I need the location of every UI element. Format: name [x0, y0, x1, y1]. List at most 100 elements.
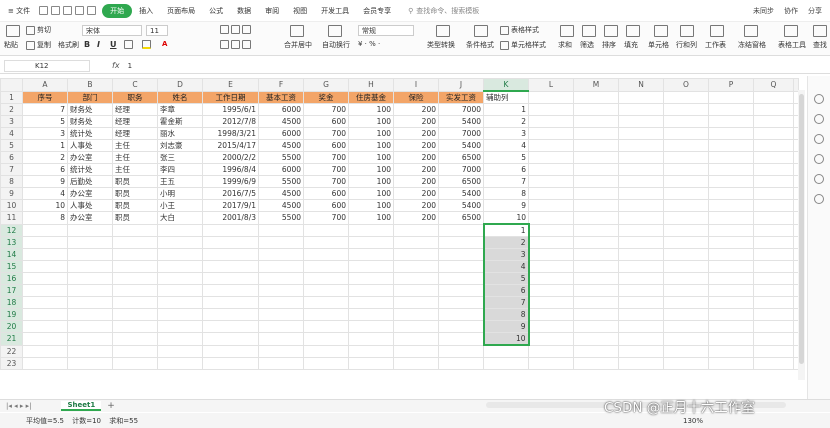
cell[interactable] [22, 223, 68, 237]
row-header[interactable]: 6 [0, 151, 23, 164]
cell[interactable] [157, 332, 203, 346]
cell[interactable]: 7000 [438, 163, 484, 176]
cell[interactable] [663, 151, 709, 164]
font-name-select[interactable]: 宋体 [82, 25, 142, 36]
cell[interactable]: 2015/4/17 [202, 139, 259, 152]
cell[interactable] [258, 284, 304, 297]
cell[interactable] [573, 296, 619, 309]
cell[interactable] [348, 223, 394, 237]
column-header-l[interactable]: L [528, 78, 574, 92]
cell[interactable] [258, 356, 304, 370]
share-icon[interactable] [814, 174, 824, 184]
cell[interactable] [753, 236, 794, 249]
cell[interactable] [528, 248, 574, 261]
header-cell[interactable]: 辅助列 [483, 90, 529, 104]
cell[interactable]: 霍金斯 [157, 115, 203, 128]
cell[interactable] [528, 187, 574, 200]
print-icon[interactable] [51, 6, 61, 15]
cell[interactable]: 张三 [157, 151, 203, 164]
cut-button[interactable]: 剪切 [26, 25, 51, 35]
cell[interactable]: 100 [348, 151, 394, 164]
cell[interactable] [708, 308, 754, 321]
cell[interactable] [663, 308, 709, 321]
font-color-button[interactable]: A [162, 40, 167, 48]
undo-icon[interactable] [75, 6, 85, 15]
cell[interactable] [753, 296, 794, 309]
sync-status[interactable]: 未同步 [753, 6, 774, 16]
row-header[interactable]: 21 [0, 332, 23, 346]
cell[interactable] [753, 248, 794, 261]
help-icon[interactable] [814, 154, 824, 164]
cell[interactable]: 财务处 [67, 103, 113, 116]
cell[interactable] [573, 175, 619, 188]
cell[interactable] [528, 356, 574, 370]
cell[interactable]: 5400 [438, 187, 484, 200]
cell[interactable]: 1998/3/21 [202, 127, 259, 140]
cell[interactable]: 6 [483, 163, 529, 176]
tab-insert[interactable]: 插入 [132, 6, 160, 16]
cell[interactable] [67, 260, 113, 273]
cell[interactable] [708, 115, 754, 128]
cell[interactable] [573, 332, 619, 346]
cell[interactable] [303, 332, 349, 346]
cell[interactable]: 9 [483, 199, 529, 212]
header-cell[interactable]: 序号 [22, 90, 68, 104]
cell[interactable] [618, 284, 664, 297]
cell[interactable] [573, 344, 619, 358]
cell[interactable] [157, 272, 203, 285]
cell[interactable] [67, 344, 113, 358]
cell[interactable] [112, 248, 158, 261]
cell[interactable]: 1995/6/1 [202, 103, 259, 116]
filter-button[interactable] [582, 25, 598, 37]
tab-developer[interactable]: 开发工具 [314, 6, 356, 16]
cell[interactable] [618, 211, 664, 225]
cell[interactable] [573, 103, 619, 116]
cell[interactable] [348, 248, 394, 261]
cell[interactable] [303, 260, 349, 273]
row-header[interactable]: 11 [0, 211, 23, 225]
cell[interactable]: 职员 [112, 211, 158, 225]
cell[interactable] [708, 90, 754, 104]
cell[interactable]: 王五 [157, 175, 203, 188]
cell[interactable] [67, 284, 113, 297]
cell[interactable]: 200 [393, 175, 439, 188]
header-cell[interactable]: 基本工资 [258, 90, 304, 104]
cell[interactable] [438, 332, 484, 346]
cell[interactable] [708, 236, 754, 249]
column-header-p[interactable]: P [708, 78, 754, 92]
cell[interactable] [112, 236, 158, 249]
add-sheet-button[interactable]: + [107, 401, 115, 411]
cell[interactable]: 6000 [258, 127, 304, 140]
cell[interactable] [528, 296, 574, 309]
cell[interactable]: 200 [393, 103, 439, 116]
cell-button[interactable] [654, 25, 670, 37]
cell[interactable] [753, 260, 794, 273]
cell[interactable] [202, 260, 259, 273]
cell[interactable]: 经理 [112, 115, 158, 128]
cell[interactable] [22, 272, 68, 285]
cell[interactable]: 6000 [258, 163, 304, 176]
cell[interactable]: 5400 [438, 199, 484, 212]
cell[interactable]: 6500 [438, 151, 484, 164]
column-header-n[interactable]: N [618, 78, 664, 92]
cell[interactable] [708, 127, 754, 140]
cell[interactable] [202, 272, 259, 285]
cell[interactable] [708, 284, 754, 297]
cell[interactable] [573, 272, 619, 285]
cell[interactable] [618, 139, 664, 152]
cell[interactable]: 经理 [112, 103, 158, 116]
cell[interactable]: 700 [303, 127, 349, 140]
cell[interactable] [618, 332, 664, 346]
cell[interactable] [663, 272, 709, 285]
cell[interactable]: 600 [303, 187, 349, 200]
cell[interactable] [202, 296, 259, 309]
cell[interactable] [618, 223, 664, 237]
selected-cell[interactable]: 3 [482, 248, 530, 261]
cell[interactable]: 200 [393, 139, 439, 152]
cell[interactable] [348, 296, 394, 309]
cell[interactable] [348, 284, 394, 297]
cond-format-button[interactable] [474, 25, 490, 37]
column-header-f[interactable]: F [258, 78, 304, 92]
cell[interactable] [708, 175, 754, 188]
paste-button[interactable] [6, 25, 22, 37]
